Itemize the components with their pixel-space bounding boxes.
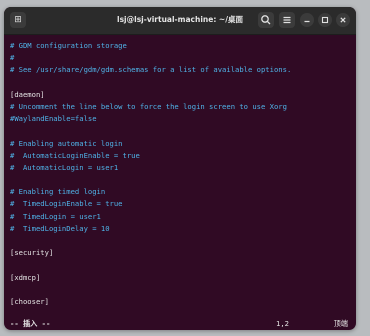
editor-line[interactable]: # AutomaticLoginEnable = true (10, 150, 350, 162)
editor-line[interactable] (10, 174, 350, 186)
editor-mode-indicator: -- 插入 -- (10, 319, 51, 328)
editor-line[interactable]: # AutomaticLogin = user1 (10, 162, 350, 174)
editor-line[interactable] (10, 235, 350, 247)
editor-line[interactable] (10, 284, 350, 296)
editor-line[interactable]: # TimedLoginEnable = true (10, 198, 350, 210)
scroll-location: 顶端 (333, 319, 348, 328)
search-icon[interactable] (258, 12, 274, 28)
editor-line[interactable]: # Enabling timed login (10, 186, 350, 198)
terminal-window: ⊞ lsj@lsj-virtual-machine: ~/桌面 # GDM co… (4, 7, 356, 330)
editor-line[interactable]: # TimedLoginDelay = 10 (10, 223, 350, 235)
new-tab-icon[interactable]: ⊞ (10, 12, 26, 28)
minimize-icon[interactable] (300, 13, 314, 27)
editor-text-area[interactable]: # GDM configuration storage # # See /usr/s… (10, 40, 350, 315)
editor-line[interactable]: [daemon] (10, 89, 350, 101)
cursor-position: 1,2 (276, 319, 289, 328)
editor-line[interactable]: [chooser] (10, 296, 350, 308)
editor-line[interactable] (10, 259, 350, 271)
hamburger-menu-icon[interactable] (279, 12, 295, 28)
maximize-icon[interactable] (318, 13, 332, 27)
vim-status-bar: -- 插入 -- 1,2 顶端 (10, 319, 350, 329)
editor-line[interactable]: # Enabling automatic login (10, 138, 350, 150)
editor-line[interactable]: # (10, 52, 350, 64)
editor-line[interactable]: # Uncomment the line below to force the … (10, 101, 350, 113)
editor-line[interactable]: [xdmcp] (10, 272, 350, 284)
editor-line[interactable]: # GDM configuration storage (10, 40, 350, 52)
editor-line[interactable]: [security] (10, 247, 350, 259)
editor-line[interactable]: #WaylandEnable=false (10, 113, 350, 125)
close-icon[interactable] (336, 13, 350, 27)
editor-line[interactable]: # See /usr/share/gdm/gdm.schemas for a l… (10, 64, 350, 76)
title-bar[interactable]: ⊞ lsj@lsj-virtual-machine: ~/桌面 (4, 7, 356, 35)
editor-line[interactable] (10, 77, 350, 89)
editor-line[interactable]: # TimedLogin = user1 (10, 211, 350, 223)
editor-line[interactable] (10, 125, 350, 137)
